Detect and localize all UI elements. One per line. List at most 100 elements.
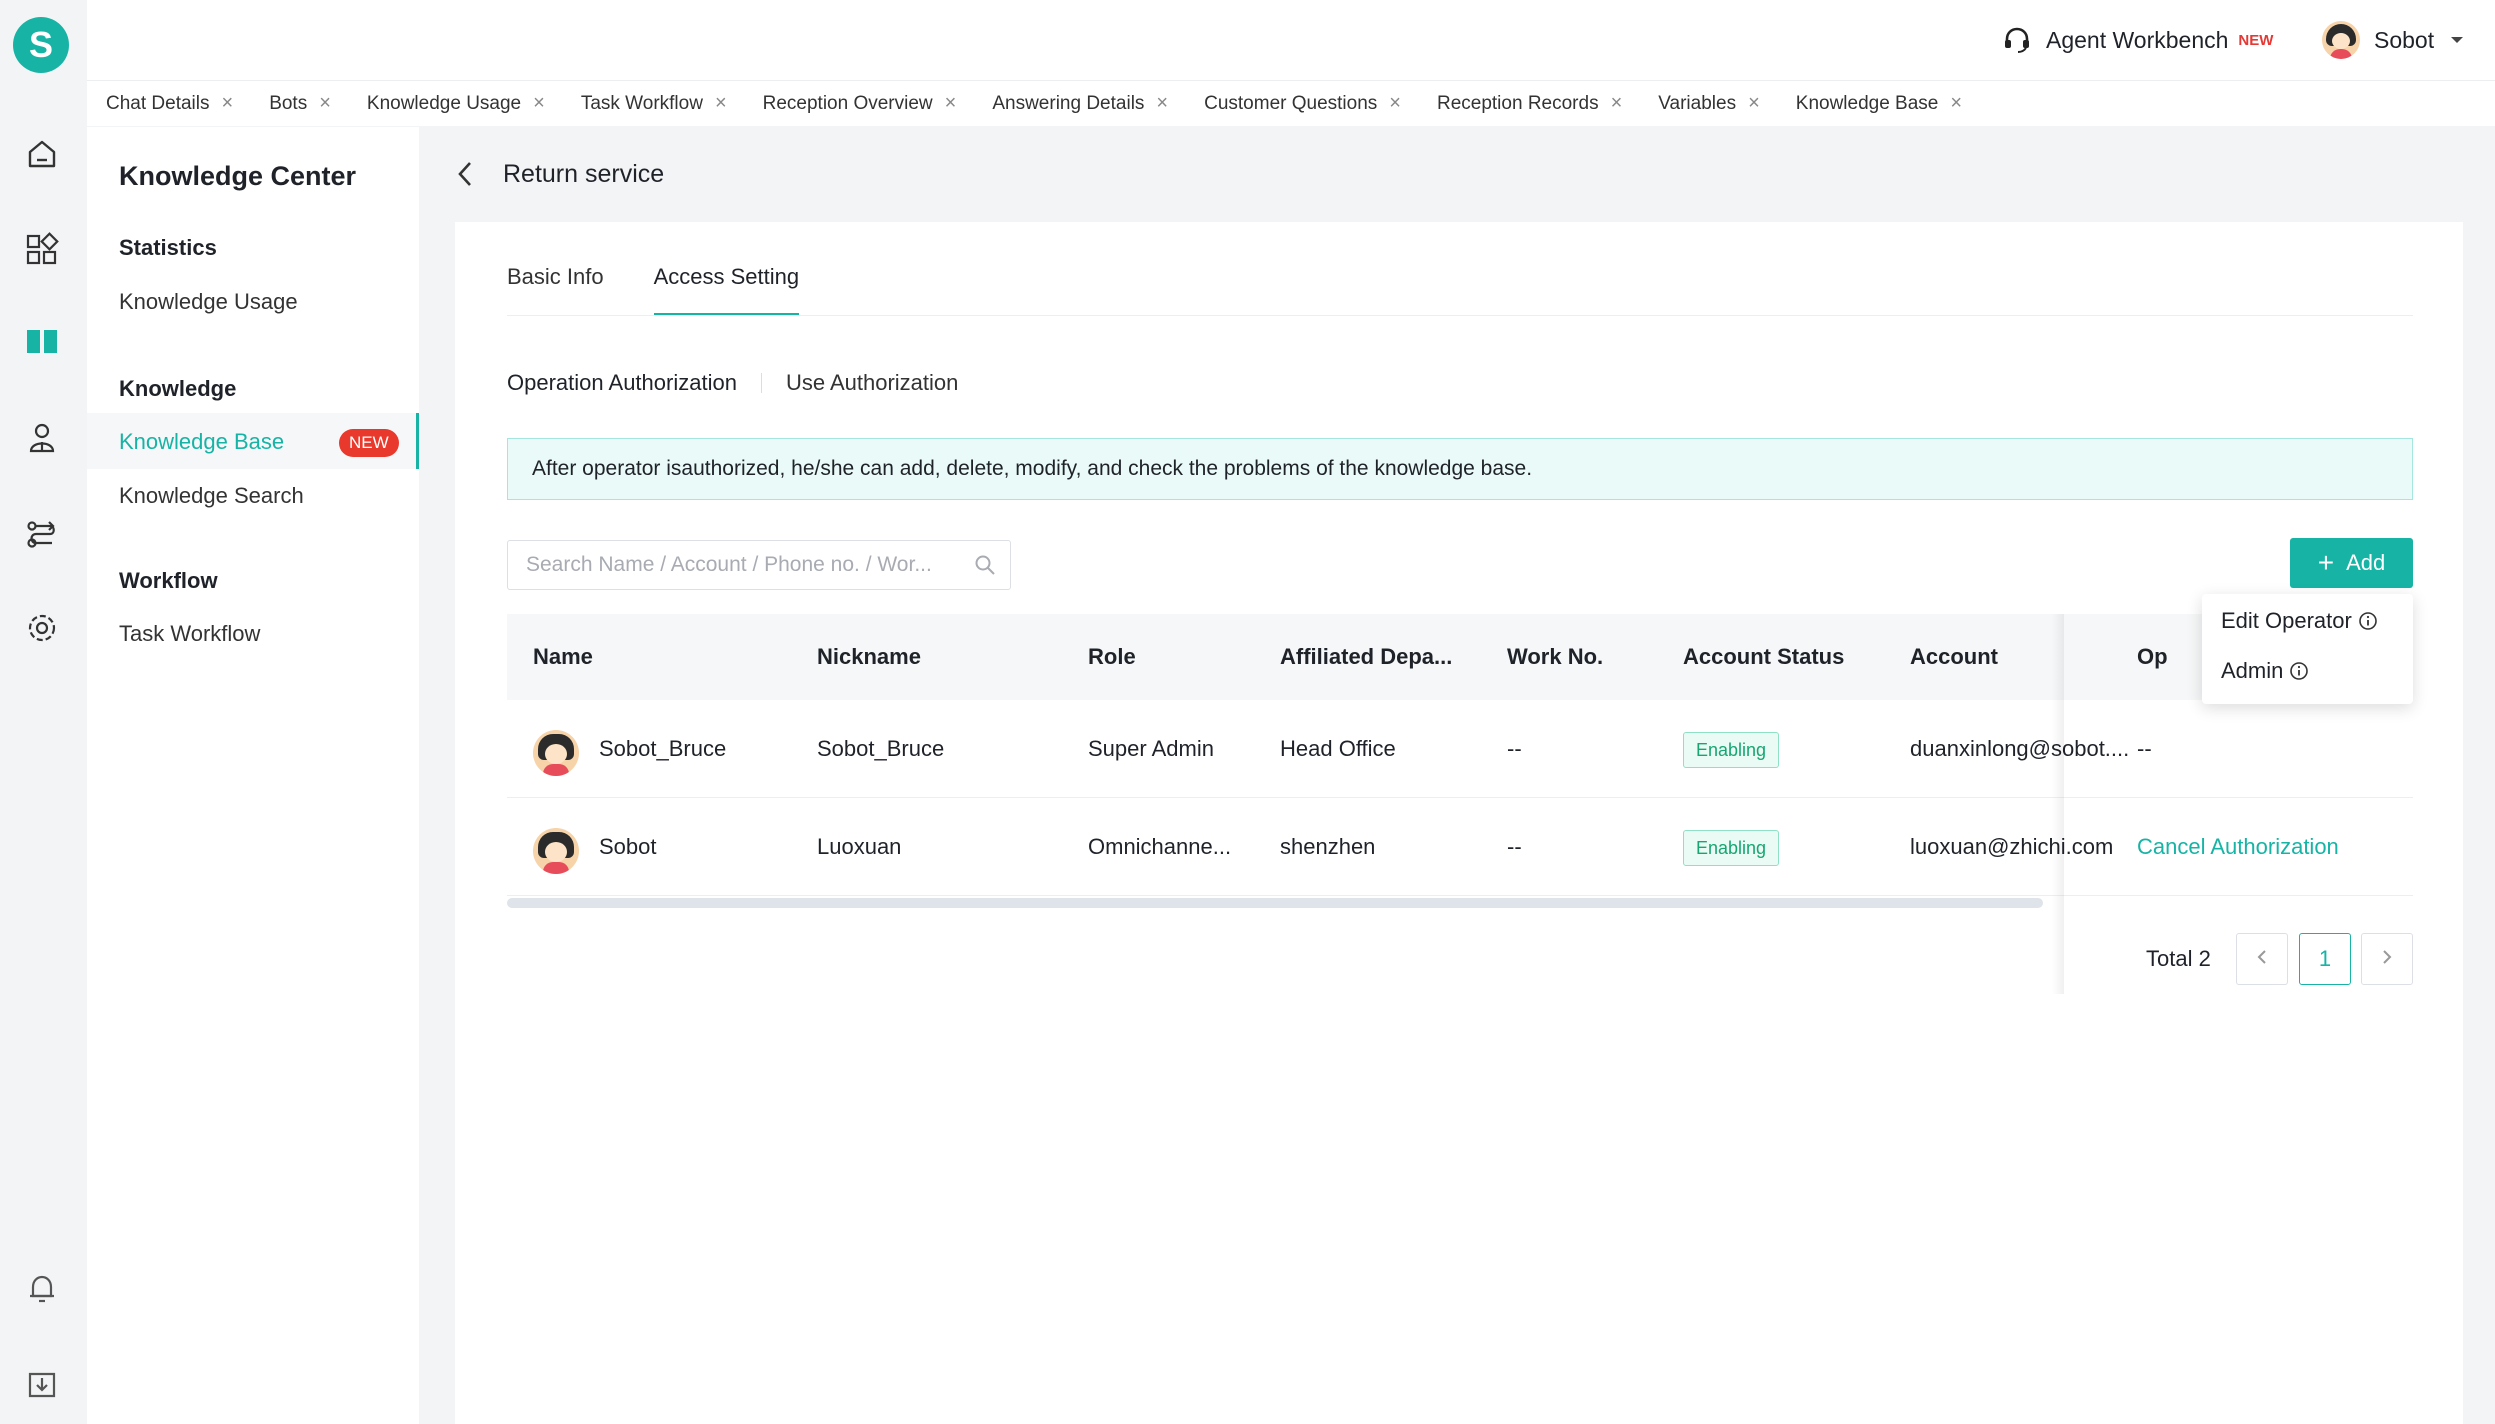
close-icon[interactable]: × <box>1950 92 1962 115</box>
back-arrow-icon[interactable] <box>455 159 475 189</box>
page-title: Return service <box>503 159 665 188</box>
sidebar-item-task-workflow[interactable]: Task Workflow <box>119 621 260 647</box>
close-icon[interactable]: × <box>319 92 331 115</box>
home-icon[interactable] <box>22 134 62 174</box>
cell-role: Super Admin <box>1088 736 1214 761</box>
cell-account-status: Enabling <box>1683 798 1883 896</box>
tab-label: Chat Details <box>106 92 210 114</box>
info-icon <box>2290 662 2309 680</box>
tab-answering-details[interactable]: Answering Details × <box>992 92 1168 115</box>
chevron-right-icon <box>2383 950 2392 964</box>
close-icon[interactable]: × <box>533 92 545 115</box>
tab-customer-questions[interactable]: Customer Questions × <box>1204 92 1401 115</box>
next-page-button[interactable] <box>2361 933 2413 985</box>
settings-icon[interactable] <box>22 608 62 648</box>
sidebar-item-knowledge-search[interactable]: Knowledge Search <box>119 483 304 509</box>
tab-label: Variables <box>1658 92 1737 114</box>
chevron-left-icon <box>2257 950 2266 964</box>
cell-department: Head Office <box>1280 736 1396 761</box>
tab-variables[interactable]: Variables × <box>1658 92 1760 115</box>
close-icon[interactable]: × <box>222 92 234 115</box>
open-tabs: Chat Details × Bots × Knowledge Usage × Tas… <box>87 80 2495 126</box>
cancel-authorization-link[interactable]: Cancel Authorization <box>2137 798 2397 896</box>
avatar <box>533 828 579 874</box>
tab-label: Task Workflow <box>580 92 703 114</box>
column-header-department: Affiliated Depa... <box>1280 644 1453 669</box>
prev-page-button[interactable] <box>2236 933 2288 985</box>
cell-nickname: Luoxuan <box>817 834 902 859</box>
tab-reception-overview[interactable]: Reception Overview × <box>763 92 957 115</box>
column-header-account-status: Account Status <box>1683 644 1845 669</box>
workflow-icon[interactable] <box>22 514 62 554</box>
operation-popover: Edit Operator Admin <box>2202 594 2413 704</box>
popover-label: Edit Operator <box>2221 608 2352 633</box>
close-icon[interactable]: × <box>715 92 727 115</box>
sobot-logo[interactable]: S <box>13 17 69 73</box>
column-header-role: Role <box>1088 644 1136 669</box>
subtab-use-authorization[interactable]: Use Authorization <box>786 370 958 396</box>
subtab-operation-authorization[interactable]: Operation Authorization <box>507 370 737 396</box>
tab-reception-records[interactable]: Reception Records × <box>1437 92 1622 115</box>
tab-label: Answering Details <box>992 92 1145 114</box>
cell-work-no: -- <box>1507 834 1522 859</box>
info-notice: After operator isauthorized, he/she can … <box>507 438 2413 500</box>
avatar <box>2322 21 2360 59</box>
close-icon[interactable]: × <box>1748 92 1760 115</box>
close-icon[interactable]: × <box>1389 92 1401 115</box>
tab-label: Reception Overview <box>762 92 933 114</box>
download-icon[interactable] <box>22 1364 62 1404</box>
name-text: Sobot <box>599 834 657 859</box>
knowledge-center-sidebar: Knowledge Center Statistics Knowledge Us… <box>87 127 419 1424</box>
user-name: Sobot <box>2374 26 2435 53</box>
add-button[interactable]: + Add <box>2290 538 2413 588</box>
cell-operation: -- <box>2137 736 2152 761</box>
bell-icon[interactable] <box>22 1268 62 1308</box>
customer-icon[interactable] <box>22 418 62 458</box>
tab-knowledge-base[interactable]: Knowledge Base × <box>1796 92 1962 115</box>
workbench-label: Agent Workbench <box>2046 26 2229 53</box>
search-input[interactable]: Search Name / Account / Phone no. / Wor.… <box>507 540 1011 590</box>
sidebar-group-workflow: Workflow <box>119 568 218 593</box>
close-icon[interactable]: × <box>945 92 957 115</box>
agent-workbench-link[interactable]: Agent Workbench NEW <box>2002 22 2273 58</box>
authorization-subtabs: Operation Authorization Use Authorizatio… <box>507 370 958 396</box>
sidebar-item-knowledge-base[interactable]: Knowledge Base <box>119 429 284 455</box>
name-text: Sobot_Bruce <box>599 736 727 761</box>
cell-nickname: Sobot_Bruce <box>817 736 945 761</box>
popover-item-edit-operator[interactable]: Edit Operator <box>2221 608 2378 634</box>
tab-label: Knowledge Usage <box>366 92 522 114</box>
pagination-total: Total 2 <box>2146 946 2211 971</box>
search-placeholder: Search Name / Account / Phone no. / Wor.… <box>526 553 932 576</box>
horizontal-scrollbar[interactable] <box>507 898 2043 908</box>
close-icon[interactable]: × <box>1611 92 1623 115</box>
sidebar-title: Knowledge Center <box>119 161 357 191</box>
cell-role: Omnichanne... <box>1088 834 1232 859</box>
tab-knowledge-usage[interactable]: Knowledge Usage × <box>367 92 545 115</box>
tabs-divider <box>507 315 2413 316</box>
tab-bots[interactable]: Bots × <box>269 92 331 115</box>
tab-basic-info[interactable]: Basic Info <box>507 264 604 316</box>
left-rail: S <box>0 0 87 1424</box>
tab-task-workflow[interactable]: Task Workflow × <box>581 92 727 115</box>
page-button[interactable]: 1 <box>2299 933 2351 985</box>
fixed-column-shadow <box>2052 614 2064 994</box>
sidebar-group-knowledge: Knowledge <box>119 376 237 401</box>
cell-name: Sobot <box>533 798 803 896</box>
popover-item-admin[interactable]: Admin <box>2221 658 2309 684</box>
table-row: Sobot_Bruce Sobot_Bruce Super Admin Head… <box>507 700 2413 798</box>
tab-label: Bots <box>269 92 308 114</box>
close-icon[interactable]: × <box>1156 92 1168 115</box>
tab-label: Knowledge Base <box>1795 92 1939 114</box>
cell-department: shenzhen <box>1280 834 1376 859</box>
column-header-nickname: Nickname <box>817 644 921 669</box>
tab-access-setting[interactable]: Access Setting <box>653 264 799 316</box>
user-menu[interactable]: Sobot <box>2322 18 2464 62</box>
tab-chat-details[interactable]: Chat Details × <box>106 92 233 115</box>
new-badge: NEW <box>339 429 399 457</box>
book-icon[interactable] <box>22 321 62 361</box>
sidebar-item-knowledge-usage[interactable]: Knowledge Usage <box>119 289 298 315</box>
column-header-operation: Op <box>2137 644 2168 669</box>
status-badge: Enabling <box>1683 732 1780 769</box>
apps-icon[interactable] <box>22 229 62 269</box>
cell-work-no: -- <box>1507 736 1522 761</box>
